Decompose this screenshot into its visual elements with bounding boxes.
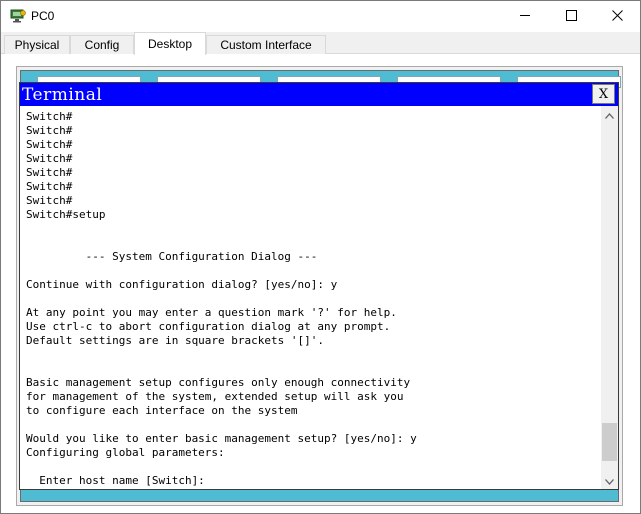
terminal-line: Use ctrl-c to abort configuration dialog… bbox=[26, 320, 391, 333]
minimize-button[interactable] bbox=[502, 1, 548, 32]
close-button[interactable] bbox=[594, 1, 640, 32]
tab-bar: Physical Config Desktop Custom Interface bbox=[1, 32, 640, 55]
terminal-line: Enter host name [Switch]: bbox=[26, 474, 205, 487]
terminal-line: Continue with configuration dialog? [yes… bbox=[26, 278, 338, 291]
packet-tracer-pc-icon bbox=[10, 9, 26, 23]
terminal-line: Switch# bbox=[26, 180, 73, 193]
terminal-line: At any point you may enter a question ma… bbox=[26, 306, 397, 319]
scroll-down-button[interactable] bbox=[601, 472, 618, 489]
maximize-button[interactable] bbox=[548, 1, 594, 32]
terminal-line: Switch# bbox=[26, 152, 73, 165]
chevron-up-icon bbox=[605, 106, 614, 124]
terminal-close-button[interactable]: X bbox=[592, 84, 615, 104]
terminal-header: Terminal X bbox=[20, 83, 618, 106]
terminal-line: Switch#setup bbox=[26, 208, 106, 221]
tab-custom-interface[interactable]: Custom Interface bbox=[206, 35, 326, 54]
terminal-output[interactable]: Switch# Switch# Switch# Switch# Switch# Switc… bbox=[20, 106, 601, 489]
terminal-scrollbar[interactable] bbox=[601, 106, 618, 489]
desktop-tab-content: Terminal X Switch# Switch# Switch# Switch# S… bbox=[1, 54, 640, 513]
tab-physical[interactable]: Physical bbox=[4, 35, 70, 54]
maximize-icon bbox=[565, 8, 577, 26]
terminal-line: --- System Configuration Dialog --- bbox=[26, 250, 318, 263]
tab-config[interactable]: Config bbox=[70, 35, 134, 54]
terminal-line: Basic management setup configures only e… bbox=[26, 376, 411, 389]
pc0-window: PC0 Physical Config Desktop Custom Inter… bbox=[0, 0, 641, 514]
terminal-line: to configure each interface on the syste… bbox=[26, 404, 298, 417]
terminal-line: Switch# bbox=[26, 124, 73, 137]
minimize-icon bbox=[519, 8, 531, 26]
terminal-line: Default settings are in square brackets … bbox=[26, 334, 325, 347]
terminal-line: Switch# bbox=[26, 110, 73, 123]
window-title: PC0 bbox=[31, 9, 55, 23]
terminal-line: Switch# bbox=[26, 138, 73, 151]
terminal-line: Switch# bbox=[26, 166, 73, 179]
terminal-line: Switch# bbox=[26, 194, 73, 207]
tab-desktop[interactable]: Desktop bbox=[134, 32, 206, 55]
terminal-line: Would you like to enter basic management… bbox=[26, 432, 417, 445]
terminal-title: Terminal bbox=[22, 85, 103, 105]
chevron-down-icon bbox=[605, 472, 614, 490]
terminal-line: for management of the system, extended s… bbox=[26, 390, 404, 403]
scroll-up-button[interactable] bbox=[601, 106, 618, 123]
close-icon bbox=[611, 8, 623, 26]
terminal-line: Configuring global parameters: bbox=[26, 446, 225, 459]
title-bar[interactable]: PC0 bbox=[1, 1, 640, 32]
scroll-thumb[interactable] bbox=[602, 423, 617, 461]
terminal-window: Terminal X Switch# Switch# Switch# Switch# S… bbox=[19, 82, 619, 490]
